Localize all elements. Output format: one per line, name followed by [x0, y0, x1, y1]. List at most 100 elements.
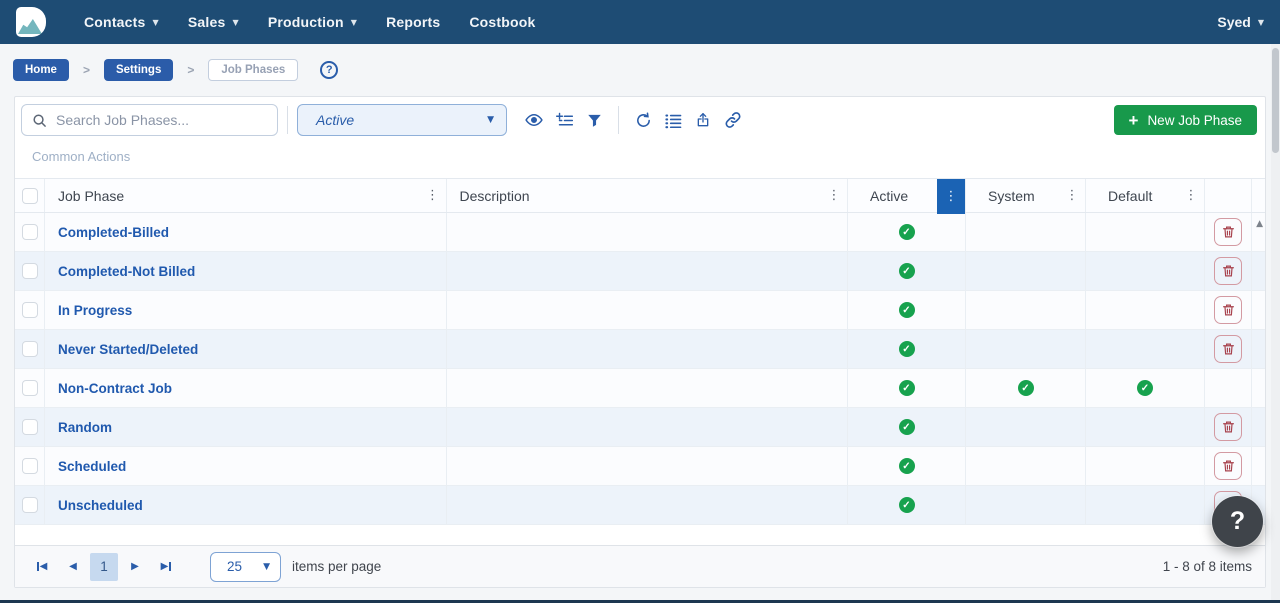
page-scrollbar-thumb[interactable]	[1272, 48, 1279, 153]
breadcrumb-separator: >	[187, 63, 194, 77]
nav-item-label: Costbook	[469, 14, 535, 30]
job-phase-link[interactable]: Completed-Not Billed	[58, 264, 195, 279]
delete-button[interactable]	[1214, 296, 1242, 324]
trash-icon	[1222, 264, 1235, 278]
visibility-toggle-button[interactable]	[520, 106, 549, 134]
page-number-button[interactable]: 1	[90, 553, 118, 581]
items-per-page-value: 25	[227, 559, 263, 574]
nav-item-production[interactable]: Production ▼	[268, 14, 357, 30]
nav-item-contacts[interactable]: Contacts ▼	[84, 14, 159, 30]
delete-button[interactable]	[1214, 257, 1242, 285]
page-scrollbar	[1271, 44, 1280, 600]
nav-item-label: Sales	[188, 14, 226, 30]
grid-toolbar: Active ▼ + New Job Phase	[15, 97, 1265, 136]
status-filter-select[interactable]: Active ▼	[297, 104, 507, 136]
delete-button[interactable]	[1214, 218, 1242, 246]
status-filter-value: Active	[316, 112, 487, 128]
job-phases-table: Job Phase ⋮ Description ⋮ Active ⋮ Syste…	[15, 178, 1265, 525]
export-button[interactable]	[689, 106, 718, 134]
trash-icon	[1222, 342, 1235, 356]
table-row: In Progress ✓	[15, 291, 1265, 330]
column-header-description[interactable]: Description	[460, 188, 530, 204]
breadcrumb-job-phases[interactable]: Job Phases	[208, 59, 298, 81]
trash-icon	[1222, 303, 1235, 317]
delete-button[interactable]	[1214, 335, 1242, 363]
copy-link-button[interactable]	[719, 106, 748, 134]
table-row: Scheduled ✓	[15, 447, 1265, 486]
last-page-button[interactable]: ▶	[152, 553, 180, 581]
trash-icon	[1222, 420, 1235, 434]
nav-item-label: Reports	[386, 14, 440, 30]
select-all-checkbox[interactable]	[22, 188, 38, 204]
list-view-button[interactable]	[659, 106, 688, 134]
job-phase-link[interactable]: Unscheduled	[58, 498, 143, 513]
search-input[interactable]	[56, 112, 267, 128]
table-row: Never Started/Deleted ✓	[15, 330, 1265, 369]
job-phase-link[interactable]: Non-Contract Job	[58, 381, 172, 396]
system-check-icon: ✓	[1018, 380, 1034, 396]
delete-button[interactable]	[1214, 452, 1242, 480]
job-phase-link[interactable]: Completed-Billed	[58, 225, 169, 240]
pagination-range-label: 1 - 8 of 8 items	[1163, 559, 1252, 574]
nav-item-costbook[interactable]: Costbook	[469, 14, 535, 30]
caret-down-icon: ▼	[263, 562, 270, 572]
new-job-phase-button[interactable]: + New Job Phase	[1114, 105, 1258, 135]
active-check-icon: ✓	[899, 302, 915, 318]
job-phases-panel: Active ▼ + New Job Phase Comm	[14, 96, 1266, 588]
breadcrumb-settings[interactable]: Settings	[104, 59, 173, 81]
row-checkbox[interactable]	[22, 302, 38, 318]
row-checkbox[interactable]	[22, 419, 38, 435]
column-menu-icon[interactable]: ⋮	[1180, 188, 1202, 203]
app-logo[interactable]	[16, 7, 46, 37]
help-fab-button[interactable]: ?	[1212, 496, 1263, 547]
row-checkbox[interactable]	[22, 263, 38, 279]
user-menu[interactable]: Syed ▼	[1217, 14, 1264, 30]
nav-item-sales[interactable]: Sales ▼	[188, 14, 239, 30]
delete-button[interactable]	[1214, 413, 1242, 441]
job-phase-link[interactable]: Scheduled	[58, 459, 126, 474]
search-box	[21, 104, 278, 136]
column-menu-icon[interactable]: ⋮	[422, 188, 444, 203]
first-page-button[interactable]: ◀	[28, 553, 56, 581]
job-phase-link[interactable]: Random	[58, 420, 112, 435]
new-job-phase-label: New Job Phase	[1147, 113, 1242, 128]
column-header-active[interactable]: Active	[870, 188, 908, 204]
trash-icon	[1222, 225, 1235, 239]
row-checkbox[interactable]	[22, 341, 38, 357]
previous-page-button[interactable]: ◀	[59, 553, 87, 581]
column-header-system[interactable]: System	[988, 188, 1035, 204]
row-checkbox[interactable]	[22, 458, 38, 474]
next-page-button[interactable]: ▶	[121, 553, 149, 581]
nav-item-label: Production	[268, 14, 344, 30]
next-page-icon: ▶	[131, 561, 139, 572]
nav-item-label: Contacts	[84, 14, 146, 30]
insert-column-icon	[556, 112, 573, 129]
column-menu-icon[interactable]: ⋮	[823, 188, 845, 203]
table-scroll-up-icon[interactable]: ▲	[1256, 219, 1263, 229]
row-checkbox[interactable]	[22, 497, 38, 513]
list-icon	[665, 112, 682, 129]
eye-icon	[525, 111, 543, 129]
help-icon[interactable]: ?	[320, 61, 338, 79]
items-per-page-select[interactable]: 25 ▼	[210, 552, 281, 582]
column-header-default[interactable]: Default	[1108, 188, 1152, 204]
caret-down-icon: ▼	[487, 115, 494, 125]
filter-button[interactable]	[580, 106, 609, 134]
row-checkbox[interactable]	[22, 224, 38, 240]
breadcrumb-home[interactable]: Home	[13, 59, 69, 81]
job-phase-link[interactable]: In Progress	[58, 303, 132, 318]
column-menu-icon-active[interactable]: ⋮	[937, 179, 965, 214]
row-checkbox[interactable]	[22, 380, 38, 396]
column-menu-icon[interactable]: ⋮	[1061, 188, 1083, 203]
job-phase-link[interactable]: Never Started/Deleted	[58, 342, 198, 357]
breadcrumb-separator: >	[83, 63, 90, 77]
caret-down-icon: ▼	[1258, 18, 1264, 27]
refresh-button[interactable]	[629, 106, 658, 134]
nav-item-reports[interactable]: Reports	[386, 14, 440, 30]
breadcrumb: Home > Settings > Job Phases ?	[0, 44, 1280, 95]
table-row: Completed-Not Billed ✓	[15, 252, 1265, 291]
column-header-job-phase[interactable]: Job Phase	[58, 188, 124, 204]
caret-down-icon: ▼	[351, 18, 357, 27]
last-page-icon: ▶	[161, 561, 169, 572]
add-column-button[interactable]	[550, 106, 579, 134]
